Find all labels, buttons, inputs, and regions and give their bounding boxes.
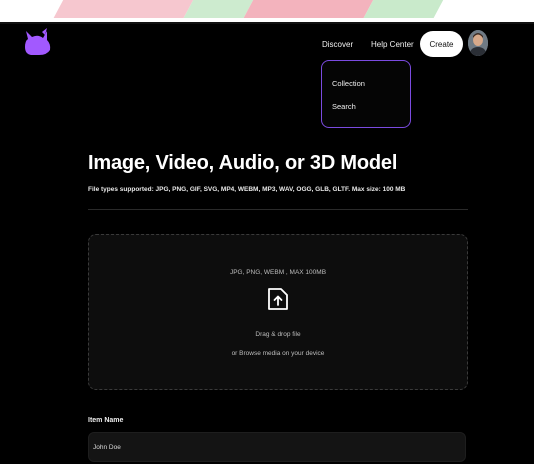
- section-divider: [88, 209, 468, 210]
- drag-drop-text: Drag & drop file: [255, 331, 301, 338]
- item-name-label: Item Name: [88, 417, 124, 424]
- item-name-input[interactable]: [88, 432, 466, 462]
- cat-logo-icon[interactable]: [23, 28, 53, 56]
- browse-media-text: or Browse media on your device: [231, 350, 325, 357]
- header-divider: [0, 22, 534, 24]
- page-title: Image, Video, Audio, or 3D Model: [88, 152, 398, 174]
- file-types-subtitle: File types supported: JPG, PNG, GIF, SVG…: [88, 186, 406, 193]
- upload-formats-text: JPG, PNG, WEBM , MAX 100MB: [229, 269, 327, 276]
- upload-file-icon: [268, 288, 288, 310]
- upload-dropzone[interactable]: JPG, PNG, WEBM , MAX 100MB Drag & drop f…: [88, 234, 468, 390]
- nav-dropdown-menu: Collection Search: [321, 60, 411, 128]
- nav-discover-link[interactable]: Discover: [322, 40, 353, 49]
- avatar[interactable]: [468, 30, 488, 56]
- dropdown-item-search[interactable]: Search: [332, 102, 356, 111]
- top-banner-watermark: [0, 0, 534, 22]
- nav-help-center-link[interactable]: Help Center: [371, 40, 414, 49]
- dropdown-item-collection[interactable]: Collection: [332, 79, 365, 88]
- create-button[interactable]: Create: [420, 31, 463, 57]
